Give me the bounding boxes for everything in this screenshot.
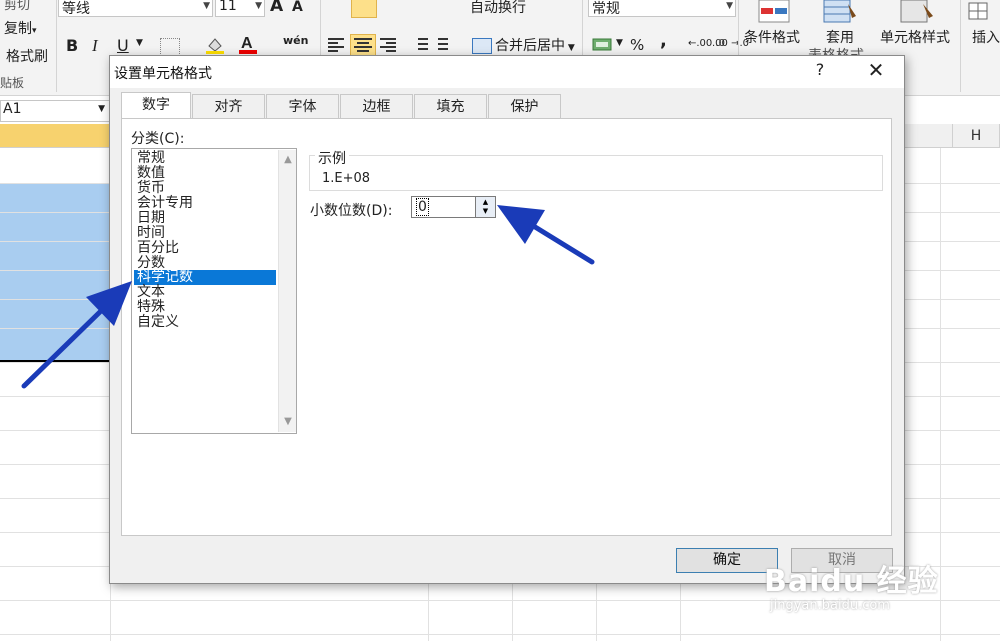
- category-item[interactable]: 时间: [134, 226, 276, 241]
- watermark-url: jingyan.baidu.com: [770, 598, 890, 613]
- dialog-titlebar[interactable]: 设置单元格格式 ? ✕: [110, 56, 904, 88]
- category-item[interactable]: 文本: [134, 285, 276, 300]
- format-painter-button[interactable]: 格式刷: [6, 46, 48, 66]
- category-item[interactable]: 会计专用: [134, 196, 276, 211]
- decimal-places-label: 小数位数(D):: [310, 203, 393, 219]
- merge-icon: [472, 38, 492, 54]
- comma-button[interactable]: ,: [660, 30, 667, 51]
- bold-button[interactable]: B: [66, 36, 78, 55]
- font-name-combo[interactable]: 等线 ▼: [58, 0, 213, 17]
- copy-button[interactable]: 复制▾: [4, 18, 37, 38]
- selected-cells[interactable]: [0, 183, 110, 362]
- merge-center-button[interactable]: 合并后居中 ▼: [495, 35, 575, 55]
- group-divider: [960, 0, 961, 92]
- conditional-format-icon[interactable]: [757, 0, 791, 24]
- percent-button[interactable]: %: [630, 36, 644, 54]
- font-shrink-button[interactable]: A: [292, 0, 303, 15]
- decimal-places-value: 0: [416, 198, 429, 216]
- format-table-button[interactable]: 套用: [826, 27, 854, 47]
- category-item[interactable]: 特殊: [134, 300, 276, 315]
- col-line: [512, 582, 513, 641]
- indent-icon[interactable]: [412, 36, 452, 54]
- cut-button[interactable]: 剪切: [4, 0, 30, 13]
- sample-box: [309, 155, 883, 191]
- chevron-down-icon[interactable]: ▼: [616, 38, 623, 48]
- decimal-places-spinner[interactable]: ▲ ▼: [475, 196, 496, 218]
- chevron-up-icon[interactable]: ▲: [281, 154, 295, 165]
- category-scrollbar[interactable]: ▲ ▼: [278, 150, 296, 432]
- borders-icon[interactable]: [160, 38, 180, 56]
- insert-button[interactable]: 插入: [972, 27, 1000, 47]
- format-cells-dialog: 设置单元格格式 ? ✕ 数字 对齐 字体 边框 填充 保护 分类(C): 常规 …: [109, 55, 905, 584]
- font-grow-button[interactable]: A: [270, 0, 283, 16]
- tab-fill[interactable]: 填充: [414, 94, 487, 118]
- group-divider: [56, 0, 57, 92]
- tab-number[interactable]: 数字: [121, 92, 191, 119]
- tab-protection[interactable]: 保护: [488, 94, 561, 118]
- help-button[interactable]: ?: [810, 60, 830, 79]
- font-size-combo[interactable]: 11 ▼: [215, 0, 265, 17]
- tab-alignment[interactable]: 对齐: [192, 94, 265, 118]
- underline-button[interactable]: U: [117, 36, 129, 55]
- align-middle-button[interactable]: [351, 0, 377, 18]
- chevron-down-icon[interactable]: ▼: [136, 38, 143, 48]
- dialog-title: 设置单元格格式: [114, 66, 212, 82]
- cell-styles-icon[interactable]: [899, 0, 935, 24]
- category-item[interactable]: 常规: [134, 151, 276, 166]
- col-line: [596, 582, 597, 641]
- font-color-icon[interactable]: A: [238, 33, 258, 54]
- baidu-watermark: Baidu 经验 jingyan.baidu.com: [760, 550, 1000, 641]
- category-item[interactable]: 日期: [134, 211, 276, 226]
- number-format-combo[interactable]: 常规 ▼: [588, 0, 736, 17]
- fill-color-icon[interactable]: [205, 36, 225, 54]
- category-list[interactable]: 常规 数值 货币 会计专用 日期 时间 百分比 分数 科学记数 文本 特殊 自定…: [131, 148, 297, 434]
- align-right-icon[interactable]: [378, 36, 398, 54]
- cell-styles-button[interactable]: 单元格样式: [880, 27, 950, 47]
- tab-font[interactable]: 字体: [266, 94, 339, 118]
- category-item[interactable]: 百分比: [134, 241, 276, 256]
- chevron-down-icon: ▼: [98, 104, 105, 114]
- conditional-format-button[interactable]: 条件格式: [744, 27, 800, 47]
- column-header-h[interactable]: H: [953, 124, 1000, 148]
- clipboard-group-label: 贴板: [0, 76, 25, 90]
- tab-border[interactable]: 边框: [340, 94, 413, 118]
- wrap-text-button[interactable]: 自动换行: [470, 0, 526, 17]
- currency-icon[interactable]: [592, 36, 614, 54]
- phonetic-button[interactable]: wén: [283, 34, 308, 47]
- spin-up-icon[interactable]: ▲: [477, 198, 494, 207]
- insert-icon[interactable]: [968, 2, 990, 22]
- spin-down-icon[interactable]: ▼: [477, 207, 494, 216]
- category-label: 分类(C):: [131, 131, 185, 147]
- number-tab-panel: 分类(C): 常规 数值 货币 会计专用 日期 时间 百分比 分数 科学记数 文…: [121, 118, 892, 536]
- decimal-places-input[interactable]: 0: [411, 196, 479, 218]
- category-item[interactable]: 数值: [134, 166, 276, 181]
- chevron-down-icon: ▼: [255, 1, 262, 11]
- category-item[interactable]: 货币: [134, 181, 276, 196]
- sample-value: 1.E+08: [322, 171, 371, 186]
- watermark-logo-text: Baidu 经验: [764, 564, 939, 599]
- name-box[interactable]: A1 ▼: [0, 100, 110, 122]
- column-header-selected[interactable]: [0, 124, 110, 148]
- chevron-down-icon: ▼: [726, 1, 733, 11]
- chevron-down-icon: ▼: [203, 1, 210, 11]
- col-line: [680, 582, 681, 641]
- format-table-icon[interactable]: [822, 0, 858, 24]
- sample-label: 示例: [315, 148, 349, 168]
- italic-button[interactable]: I: [92, 36, 98, 56]
- svg-text:A: A: [241, 35, 253, 52]
- align-left-icon[interactable]: [326, 36, 346, 54]
- close-icon[interactable]: ✕: [865, 58, 887, 82]
- category-item-selected[interactable]: 科学记数: [134, 270, 276, 285]
- category-item[interactable]: 自定义: [134, 315, 276, 330]
- column-header-g[interactable]: [903, 124, 953, 148]
- col-line: [428, 582, 429, 641]
- chevron-down-icon[interactable]: ▼: [281, 416, 295, 427]
